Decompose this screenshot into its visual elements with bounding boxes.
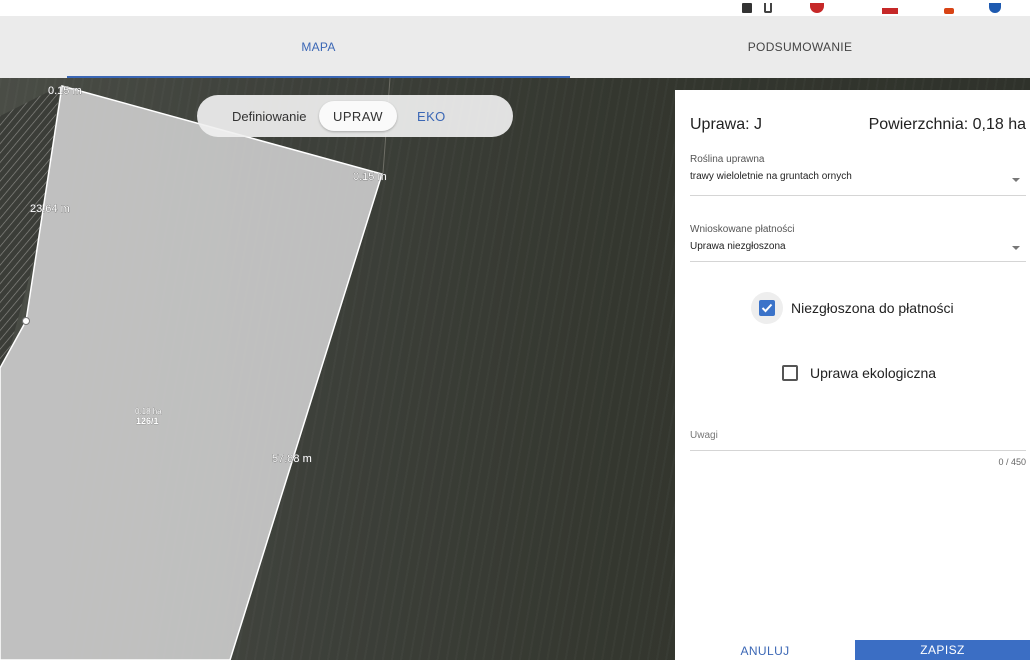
crop-title: Uprawa: J: [690, 116, 763, 133]
plant-select[interactable]: Roślina uprawna trawy wieloletnie na gru…: [690, 154, 1026, 196]
toggle-upraw-button[interactable]: UPRAW: [319, 101, 397, 131]
vertex-handle[interactable]: [22, 317, 30, 325]
chevron-down-icon[interactable]: [1012, 246, 1020, 250]
alert-icon[interactable]: [944, 8, 954, 14]
parcel-polygon[interactable]: [0, 85, 383, 660]
edge-label: 23.64 m: [30, 203, 70, 215]
save-button[interactable]: ZAPISZ: [855, 640, 1030, 660]
notes-counter: 0 / 450: [998, 457, 1026, 467]
edge-label: 0.15 m: [353, 171, 387, 183]
chevron-down-icon[interactable]: [1012, 178, 1020, 182]
tab-bar: MAPA PODSUMOWANIE: [0, 16, 1030, 78]
cancel-button[interactable]: ANULUJ: [675, 642, 855, 660]
toggle-eko-button[interactable]: EKO: [417, 109, 446, 124]
not-reported-checkbox-row[interactable]: Niezgłoszona do płatności: [751, 292, 954, 324]
parcel-id-label: 126/1: [136, 416, 159, 426]
notes-field[interactable]: Uwagi 0 / 450: [690, 430, 1026, 467]
notes-label: Uwagi: [690, 430, 718, 441]
field-underline: [690, 450, 1026, 451]
field-underline: [690, 261, 1026, 262]
organic-label: Uprawa ekologiczna: [810, 365, 937, 381]
plant-label: Roślina uprawna: [690, 154, 765, 165]
area-title: Powierzchnia: 0,18 ha: [868, 116, 1026, 133]
not-reported-checkbox[interactable]: [759, 300, 775, 316]
edge-label: 0.15 m: [48, 85, 82, 97]
flag-icon[interactable]: [882, 8, 898, 14]
payments-label: Wnioskowane płatności: [690, 224, 795, 235]
mode-toggle: Definiowanie UPRAW EKO: [197, 95, 513, 137]
check-icon: [761, 303, 773, 313]
organic-checkbox[interactable]: [782, 365, 798, 381]
parcel-area-label: 0.18 ha: [135, 407, 162, 416]
crop-panel: Uprawa: J Powierzchnia: 0,18 ha Roślina …: [675, 90, 1030, 660]
top-toolbar: [0, 0, 1030, 16]
organic-checkbox-row[interactable]: Uprawa ekologiczna: [782, 365, 936, 381]
tab-mapa[interactable]: MAPA: [67, 16, 570, 78]
plant-value: trawy wieloletnie na gruntach ornych: [690, 171, 852, 182]
payments-value: Uprawa niezgłoszona: [690, 241, 786, 252]
field-underline: [690, 195, 1026, 196]
edge-label: 57.88 m: [272, 453, 312, 465]
clipboard-icon[interactable]: [764, 3, 772, 13]
document-icon[interactable]: [742, 3, 752, 13]
tab-podsumowanie[interactable]: PODSUMOWANIE: [570, 16, 1030, 78]
not-reported-label: Niezgłoszona do płatności: [791, 300, 954, 316]
panel-header: Uprawa: J Powierzchnia: 0,18 ha: [690, 116, 1026, 134]
info-icon[interactable]: [989, 3, 1001, 13]
payments-select[interactable]: Wnioskowane płatności Uprawa niezgłoszon…: [690, 224, 1026, 264]
checkbox-halo: [751, 292, 783, 324]
red-badge-icon[interactable]: [810, 3, 824, 13]
toggle-label: Definiowanie: [232, 108, 307, 124]
